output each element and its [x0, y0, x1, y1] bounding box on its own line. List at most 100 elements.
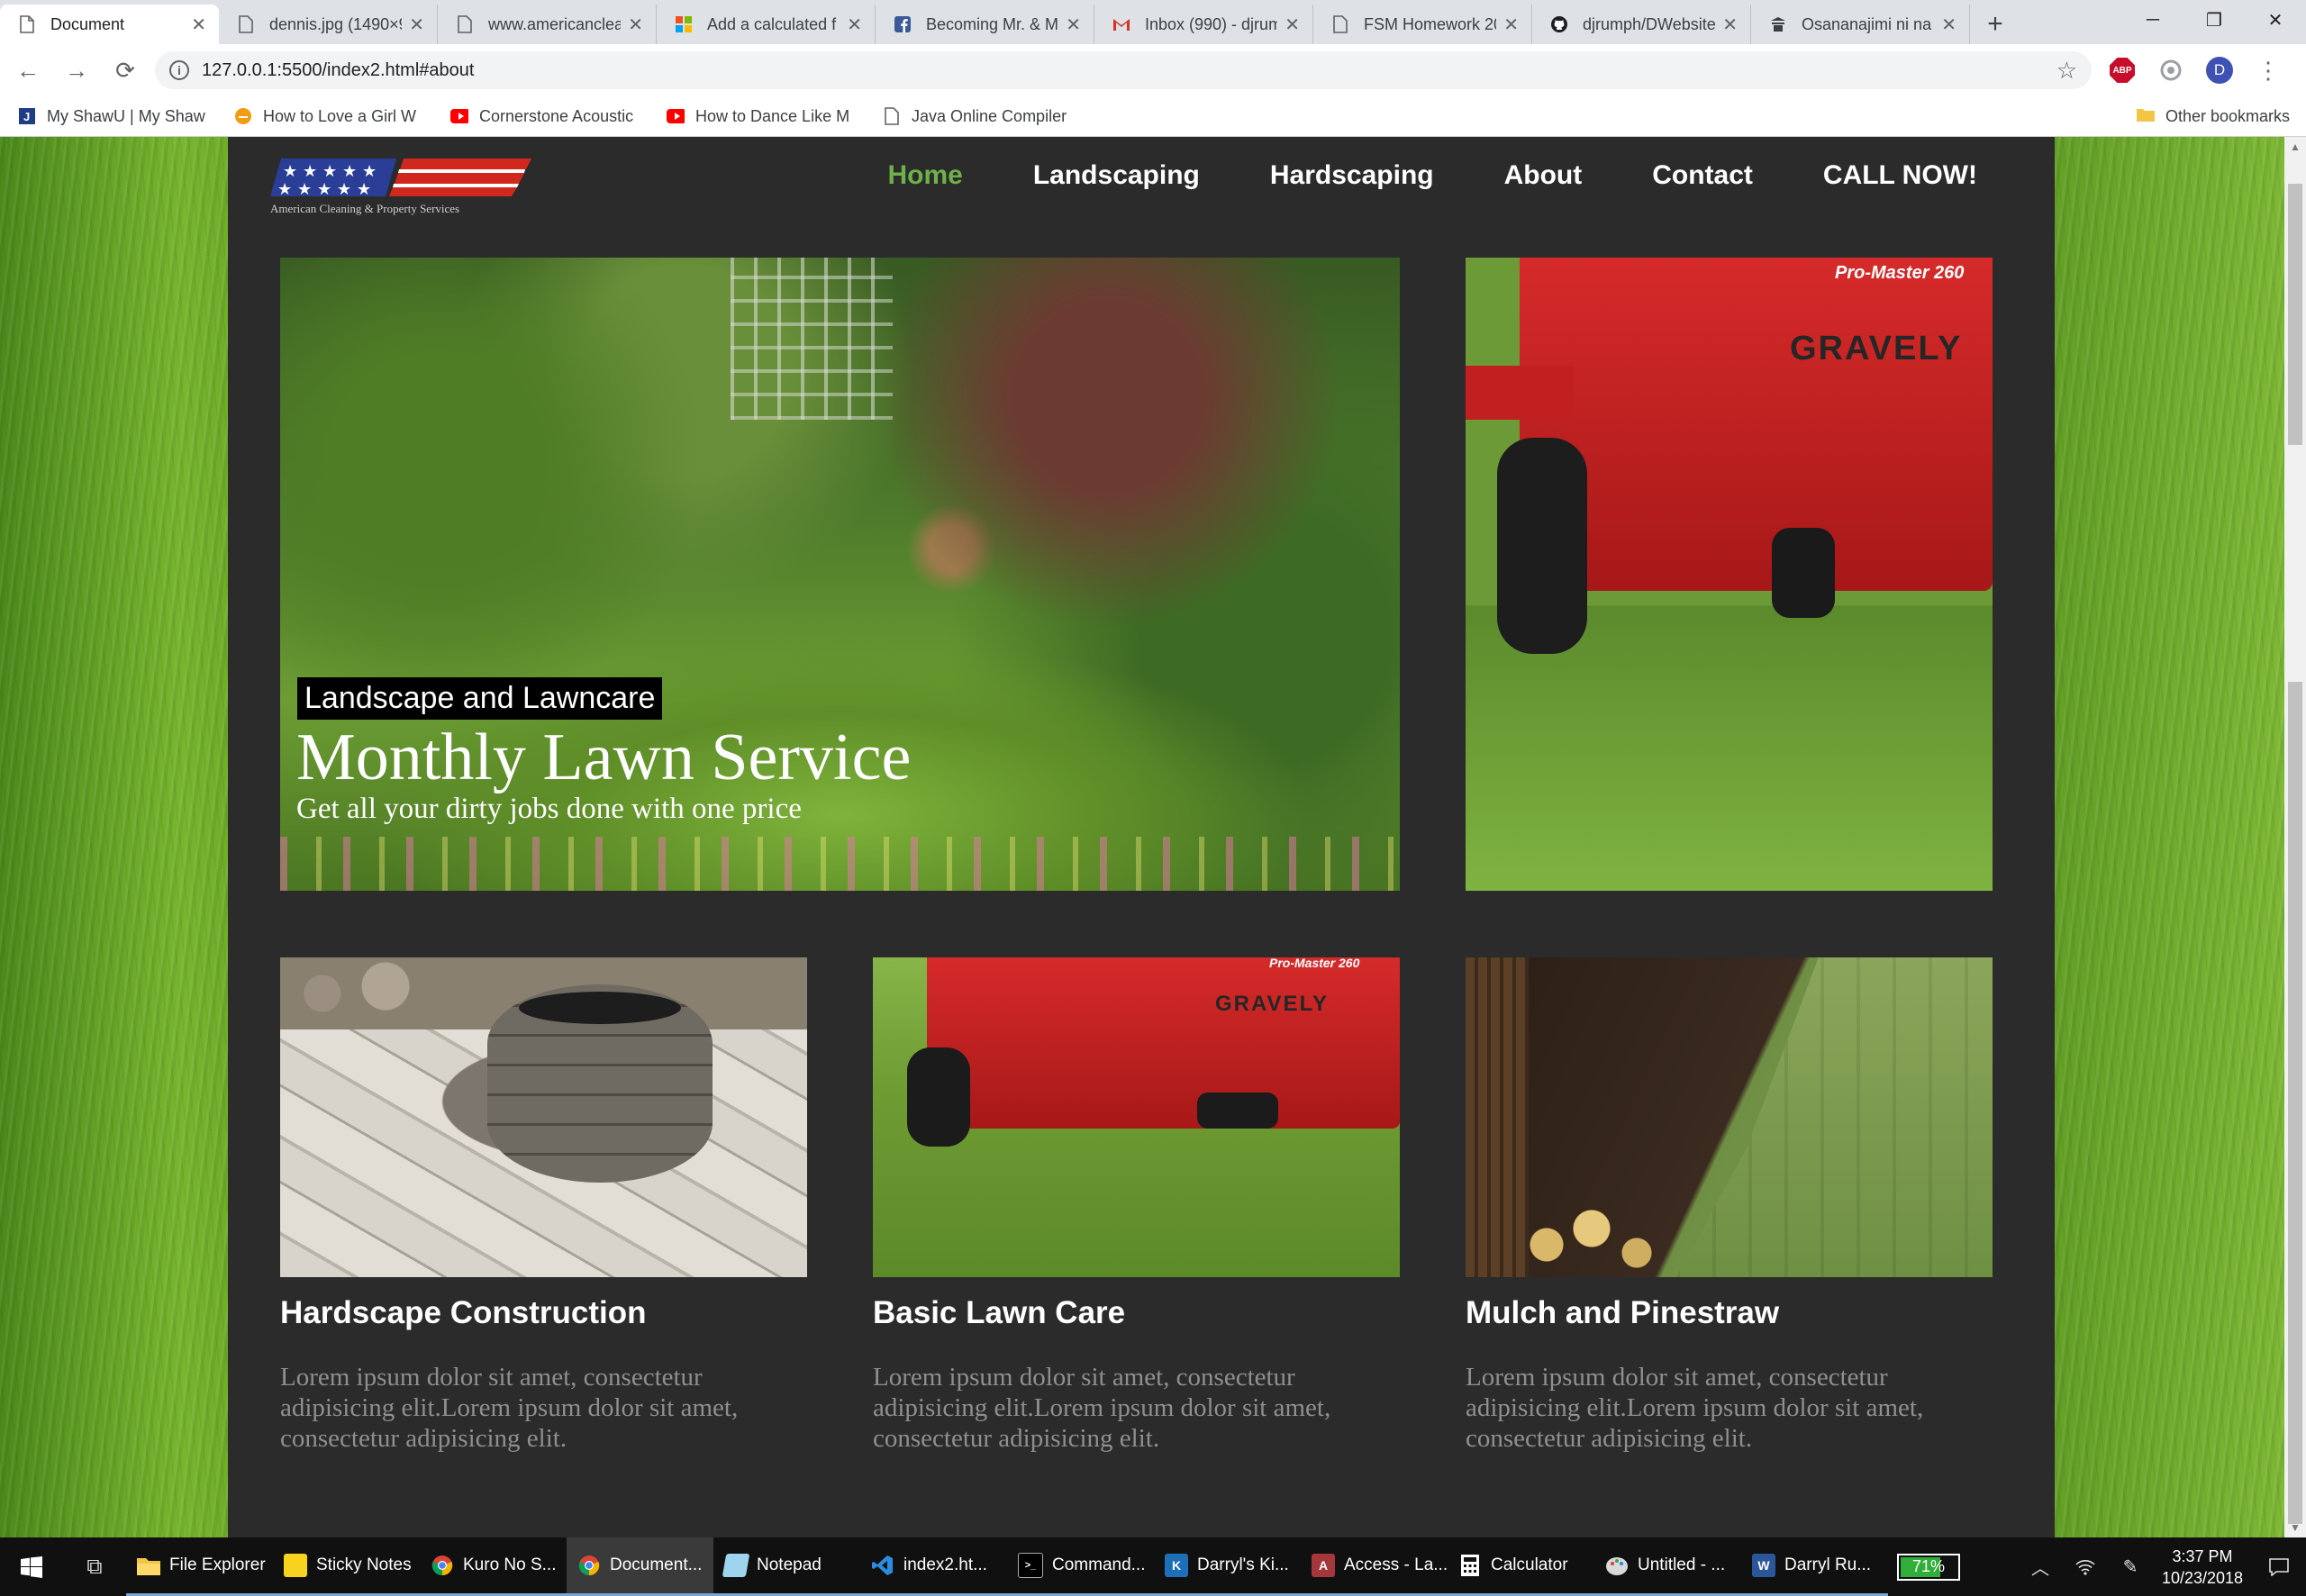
nav-landscaping[interactable]: Landscaping	[1033, 160, 1200, 191]
tab-americanclean[interactable]: www.americanclea ✕	[438, 5, 657, 44]
taskbar-chrome-document[interactable]: Document...	[567, 1537, 713, 1596]
mower-body-image: GRAVELY Pro-Master 260	[1520, 258, 1993, 591]
small-mower-body-image: GRAVELY Pro-Master 260	[927, 957, 1400, 1129]
main-nav: Home Landscaping Hardscaping About Conta…	[887, 160, 1977, 191]
other-bookmarks[interactable]: Other bookmarks	[2136, 107, 2290, 126]
minimize-icon[interactable]: ─	[2122, 0, 2183, 40]
taskbar-access[interactable]: A Access - La...	[1301, 1537, 1448, 1596]
close-icon[interactable]: ✕	[1503, 14, 1519, 36]
logo[interactable]: ★ ★ ★ ★ ★ ★ ★ ★ ★ ★ American Cleaning & …	[270, 157, 531, 220]
tab-title: Becoming Mr. & M	[926, 14, 1059, 33]
bookmark-love-girl[interactable]: How to Love a Girl W	[234, 107, 432, 126]
url-text: 127.0.0.1:5500/index2.html#about	[202, 59, 475, 80]
bookmark-dance[interactable]: How to Dance Like M	[667, 107, 865, 126]
taskbar-label: Command...	[1052, 1555, 1146, 1574]
close-window-icon[interactable]: ✕	[2245, 0, 2306, 40]
windows-icon	[21, 1555, 42, 1578]
close-icon[interactable]: ✕	[1722, 14, 1738, 36]
pen-icon[interactable]: ✎	[2108, 1555, 2153, 1578]
wifi-icon[interactable]	[2063, 1559, 2108, 1575]
taskbar-paint[interactable]: Untitled - ...	[1594, 1537, 1741, 1596]
tab-gmail[interactable]: Inbox (990) - djrum ✕	[1094, 5, 1313, 44]
scrollbar-thumb[interactable]	[2288, 184, 2302, 445]
task-view-icon[interactable]: ⧉	[63, 1537, 126, 1596]
taskbar-label: index2.ht...	[903, 1555, 987, 1574]
start-button[interactable]	[0, 1537, 63, 1596]
new-tab-button[interactable]: +	[1977, 5, 2013, 44]
taskbar-sticky-notes[interactable]: Sticky Notes	[273, 1537, 420, 1596]
battery-indicator[interactable]: 71%	[1897, 1553, 1960, 1581]
scroll-up-icon[interactable]: ▲	[2290, 141, 2301, 153]
chevron-up-icon[interactable]: ︿	[2018, 1554, 2063, 1580]
taskbar-label: Notepad	[757, 1555, 822, 1574]
tab-dennis[interactable]: dennis.jpg (1490×9 ✕	[219, 5, 438, 44]
close-icon[interactable]: ✕	[1941, 14, 1956, 36]
tab-github[interactable]: djrumph/DWebsite ✕	[1532, 5, 1751, 44]
small-mower-model-text: Pro-Master 260	[1269, 957, 1360, 970]
menu-icon[interactable]: ⋮	[2250, 52, 2286, 88]
close-icon[interactable]: ✕	[191, 14, 206, 36]
tab-title: Document	[50, 14, 125, 33]
tab-facebook[interactable]: Becoming Mr. & M ✕	[876, 5, 1094, 44]
close-icon[interactable]: ✕	[847, 14, 862, 36]
page-icon	[18, 15, 36, 33]
clock[interactable]: 3:37 PM 10/23/2018	[2153, 1546, 2252, 1589]
tab-osananajimi[interactable]: Osananajimi ni na ✕	[1751, 5, 1970, 44]
flag-logo-icon: ★ ★ ★ ★ ★ ★ ★ ★ ★ ★	[270, 159, 531, 199]
card-text-mulch: Lorem ipsum dolor sit amet, consectetur …	[1466, 1363, 1924, 1453]
taskbar-file-explorer[interactable]: File Explorer	[126, 1537, 273, 1596]
taskbar-kindle[interactable]: K Darryl's Ki...	[1154, 1537, 1301, 1596]
bookmark-java-compiler[interactable]: Java Online Compiler	[883, 107, 1081, 126]
address-bar[interactable]: i 127.0.0.1:5500/index2.html#about ☆	[155, 51, 2092, 89]
youtube-icon	[667, 107, 685, 125]
taskbar-calculator[interactable]: Calculator	[1448, 1537, 1594, 1596]
taskbar-chrome-kuro[interactable]: Kuro No S...	[420, 1537, 567, 1596]
svg-text:★: ★	[337, 180, 351, 199]
clock-time: 3:37 PM	[2172, 1546, 2233, 1565]
j-icon: J	[18, 107, 36, 125]
card-image-mulch	[1466, 957, 1993, 1277]
taskbar-label: Untitled - ...	[1638, 1555, 1726, 1574]
svg-text:★: ★	[362, 162, 377, 181]
tab-fsm-homework[interactable]: FSM Homework 20 ✕	[1313, 5, 1532, 44]
nav-about[interactable]: About	[1504, 160, 1583, 191]
page-scrollbar[interactable]: ▲ ▼	[2284, 137, 2306, 1537]
close-icon[interactable]: ✕	[1285, 14, 1300, 36]
forward-icon[interactable]: →	[56, 50, 97, 91]
taskbar-command-prompt[interactable]: >_ Command...	[1007, 1537, 1154, 1596]
back-icon[interactable]: ←	[7, 50, 49, 91]
scroll-down-icon[interactable]: ▼	[2290, 1521, 2301, 1534]
svg-text:★: ★	[342, 162, 357, 181]
reload-icon[interactable]: ⟳	[104, 50, 146, 91]
scrollbar-thumb-secondary[interactable]	[2288, 682, 2302, 1524]
adblock-plus-icon[interactable]: ABP	[2104, 52, 2140, 88]
tab-calculated-field[interactable]: Add a calculated f ✕	[657, 5, 876, 44]
close-icon[interactable]: ✕	[1066, 14, 1081, 36]
page-icon	[237, 15, 255, 33]
taskbar-notepad[interactable]: Notepad	[713, 1537, 860, 1596]
notification-icon[interactable]	[2252, 1557, 2306, 1576]
taskbar-vscode[interactable]: index2.ht...	[860, 1537, 1007, 1596]
mower-photo: GRAVELY Pro-Master 260	[1466, 258, 1993, 891]
small-mower-rear-wheel-image	[1197, 1093, 1278, 1129]
info-icon[interactable]: i	[169, 60, 189, 80]
bookmark-cornerstone[interactable]: Cornerstone Acoustic	[450, 107, 649, 126]
close-icon[interactable]: ✕	[409, 14, 424, 36]
star-icon[interactable]: ☆	[2056, 57, 2077, 85]
nav-hardscaping[interactable]: Hardscaping	[1270, 160, 1434, 191]
profile-avatar[interactable]: D	[2202, 52, 2238, 88]
extension-icon[interactable]	[2153, 52, 2189, 88]
close-icon[interactable]: ✕	[628, 14, 643, 36]
tab-title: Add a calculated f	[707, 14, 837, 33]
taskbar-label: Darryl Ru...	[1784, 1555, 1872, 1574]
restore-icon[interactable]: ❐	[2183, 0, 2245, 40]
nav-home[interactable]: Home	[887, 160, 962, 191]
nav-call-now[interactable]: CALL NOW!	[1823, 160, 1977, 191]
bookmark-myshaw[interactable]: J My ShawU | My Shaw	[18, 107, 216, 126]
tab-document[interactable]: Document ✕	[0, 5, 219, 44]
nav-contact[interactable]: Contact	[1652, 160, 1753, 191]
taskbar-label: Sticky Notes	[316, 1555, 412, 1574]
access-icon: A	[1312, 1554, 1335, 1577]
sticky-notes-icon	[284, 1554, 307, 1577]
taskbar-word[interactable]: W Darryl Ru...	[1741, 1537, 1888, 1596]
